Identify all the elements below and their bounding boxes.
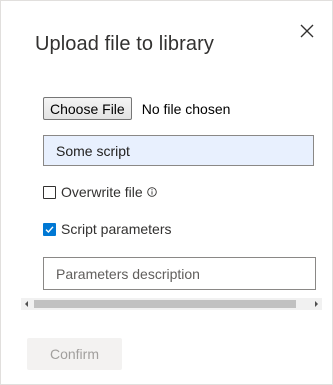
confirm-button[interactable]: Confirm [27,338,122,370]
file-input[interactable]: Choose File No file chosen [43,97,230,120]
script-parameters-label: Script parameters [61,221,172,237]
overwrite-label: Overwrite file [61,184,143,200]
script-parameters-checkbox[interactable] [43,222,56,236]
choose-file-button[interactable]: Choose File [43,97,132,120]
dialog-title: Upload file to library [35,33,214,55]
overwrite-file-option[interactable]: Overwrite file [43,184,157,200]
scroll-left-icon[interactable] [21,298,33,310]
overwrite-checkbox[interactable] [43,185,56,199]
file-status: No file chosen [141,100,231,117]
close-icon [300,24,314,38]
script-name-value: Some script [56,142,130,159]
scroll-right-icon[interactable] [310,298,322,310]
close-button[interactable] [297,21,317,41]
parameters-description-placeholder: Parameters description [56,265,200,282]
horizontal-scrollbar[interactable] [21,298,322,310]
script-name-input[interactable]: Some script [43,135,314,166]
checkmark-icon [45,225,54,233]
scrollbar-thumb[interactable] [34,300,296,308]
info-icon[interactable] [146,187,157,197]
upload-dialog: Upload file to library Choose File No fi… [0,0,333,385]
script-parameters-option[interactable]: Script parameters [43,221,171,237]
parameters-description-input[interactable]: Parameters description [43,257,316,290]
